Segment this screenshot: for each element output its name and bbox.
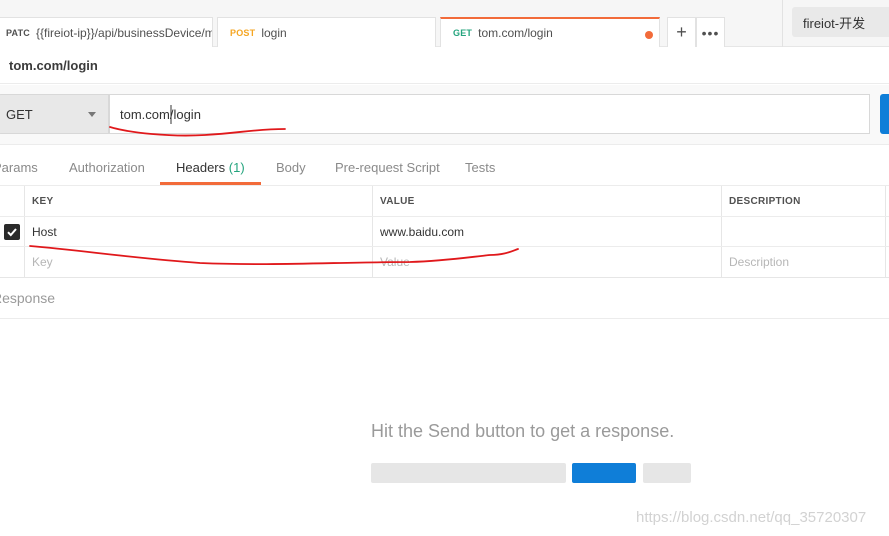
checkbox-column-header bbox=[0, 186, 24, 216]
tab-title: {{fireiot-ip}}/api/businessDevice/m bbox=[35, 25, 213, 40]
unsaved-changes-dot-icon bbox=[645, 31, 653, 39]
row-extra-cell bbox=[885, 247, 889, 277]
tab-headers[interactable]: Headers (1) bbox=[176, 160, 245, 175]
http-method-value: GET bbox=[6, 106, 33, 122]
table-row: Host www.baidu.com bbox=[0, 217, 889, 247]
table-row-new: Key Value Description bbox=[0, 247, 889, 277]
table-header-row: KEY VALUE DESCRIPTION bbox=[0, 186, 889, 217]
response-header[interactable]: Response bbox=[0, 278, 889, 319]
request-name-header: tom.com/login bbox=[0, 48, 889, 84]
new-tab-button[interactable]: + bbox=[667, 17, 696, 47]
tab-method-label: POST bbox=[230, 27, 256, 38]
request-name: tom.com/login bbox=[9, 58, 98, 73]
new-header-value-input[interactable]: Value bbox=[372, 247, 721, 277]
tab-params[interactable]: Params bbox=[0, 160, 38, 175]
tab-tests[interactable]: Tests bbox=[465, 160, 495, 175]
tab-body[interactable]: Body bbox=[276, 160, 306, 175]
tab-method-label: GET bbox=[453, 28, 473, 38]
tab-pre-request-script[interactable]: Pre-request Script bbox=[335, 160, 440, 175]
request-url-input[interactable] bbox=[109, 94, 870, 134]
url-bar: GET bbox=[0, 85, 889, 145]
header-description-cell[interactable] bbox=[721, 217, 885, 246]
empty-response-message: Hit the Send button to get a response. bbox=[371, 421, 675, 441]
request-config-tabs: Params Authorization Headers (1) Body Pr… bbox=[0, 146, 889, 186]
http-method-select[interactable]: GET bbox=[0, 94, 109, 134]
tab-method-label: PATC bbox=[6, 27, 30, 38]
placeholder-bar bbox=[643, 463, 691, 483]
ellipsis-icon: ••• bbox=[701, 24, 720, 41]
new-row-checkbox-cell bbox=[0, 247, 24, 277]
watermark-text: https://blog.csdn.net/qq_35720307 bbox=[636, 509, 867, 526]
column-header-description: DESCRIPTION bbox=[721, 186, 885, 216]
request-tab-patch-business-device[interactable]: PATC {{fireiot-ip}}/api/businessDevice/m bbox=[0, 17, 213, 47]
environment-label: fireiot-开发 bbox=[803, 15, 866, 31]
checkmark-icon bbox=[7, 227, 17, 236]
new-header-description-input[interactable]: Description bbox=[721, 247, 885, 277]
request-tab-post-login[interactable]: POST login bbox=[217, 17, 436, 47]
send-button[interactable] bbox=[880, 94, 889, 134]
active-tab-indicator bbox=[160, 182, 261, 185]
header-value-cell[interactable]: www.baidu.com bbox=[372, 217, 721, 246]
tab-title: tom.com/login bbox=[478, 26, 553, 40]
tab-title: login bbox=[261, 25, 287, 40]
placeholder-bar bbox=[371, 463, 566, 483]
request-tab-get-tom-login[interactable]: GET tom.com/login bbox=[440, 17, 660, 47]
placeholder-send-illustration bbox=[572, 463, 636, 483]
tab-headers-label: Headers bbox=[176, 160, 226, 175]
chevron-down-icon bbox=[88, 112, 96, 117]
column-header-extra bbox=[885, 186, 889, 216]
plus-icon: + bbox=[676, 22, 687, 42]
headers-count-badge: (1) bbox=[228, 160, 245, 175]
column-header-value: VALUE bbox=[372, 186, 721, 216]
new-header-key-input[interactable]: Key bbox=[24, 247, 372, 277]
environment-select[interactable]: fireiot-开发 bbox=[792, 7, 889, 37]
tab-authorization[interactable]: Authorization bbox=[69, 160, 145, 175]
response-title: Response bbox=[0, 290, 56, 306]
tab-options-button[interactable]: ••• bbox=[696, 17, 725, 47]
request-tab-strip: PATC {{fireiot-ip}}/api/businessDevice/m… bbox=[0, 0, 889, 47]
row-extra-cell bbox=[885, 217, 889, 246]
toolbar-divider bbox=[782, 0, 783, 47]
header-enabled-cell[interactable] bbox=[0, 217, 24, 246]
headers-table: KEY VALUE DESCRIPTION Host www.baidu.com… bbox=[0, 186, 889, 278]
header-enabled-checkbox[interactable] bbox=[4, 223, 20, 240]
column-header-key: KEY bbox=[24, 186, 372, 216]
header-key-cell[interactable]: Host bbox=[24, 217, 372, 246]
